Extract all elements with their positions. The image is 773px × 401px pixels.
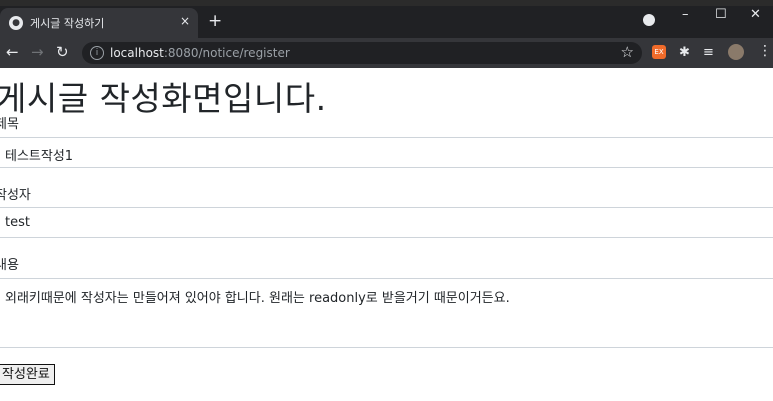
page-content: 게시글 작성화면입니다. 제목 테스트작성1 작성자 test 내용 외래키때문… — [0, 68, 773, 401]
extensions-puzzle-icon[interactable]: ✱ — [679, 45, 690, 60]
writer-label: 작성자 — [0, 188, 31, 203]
submit-button[interactable]: 작성완료 — [0, 364, 55, 385]
bookmark-star-icon[interactable]: ☆ — [621, 43, 634, 61]
avatar[interactable] — [728, 44, 744, 60]
kebab-menu-icon[interactable]: ⋮ — [758, 43, 772, 59]
address-bar[interactable]: i localhost:8080/notice/register ☆ — [82, 42, 642, 64]
url-path: :8080/notice/register — [163, 46, 290, 60]
reading-list-icon[interactable]: ≡ — [703, 45, 714, 60]
extension-icon[interactable]: EX — [652, 45, 666, 59]
new-tab-icon[interactable]: + — [208, 13, 222, 30]
browser-tabstrip: ● 게시글 작성하기 × + – ☐ ✕ — [0, 0, 773, 38]
title-label: 제목 — [0, 117, 19, 132]
back-icon[interactable]: ← — [6, 43, 19, 61]
content-textarea-value: 외래키때문에 작성자는 만들어져 있어야 합니다. 원래는 readonly로 … — [5, 291, 510, 306]
info-icon[interactable]: i — [90, 46, 104, 60]
minimize-icon[interactable]: – — [682, 7, 689, 22]
window-topline — [0, 0, 773, 6]
page-title: 게시글 작성화면입니다. — [0, 79, 327, 118]
url-text: localhost:8080/notice/register — [110, 46, 290, 60]
browser-tab[interactable]: ● 게시글 작성하기 × — [0, 8, 198, 38]
forward-icon[interactable]: → — [31, 43, 44, 61]
title-input[interactable]: 테스트작성1 — [0, 137, 773, 168]
writer-input[interactable]: test — [0, 207, 773, 238]
profile-indicator-icon[interactable] — [643, 14, 655, 26]
reload-icon[interactable]: ↻ — [56, 43, 69, 61]
tab-close-icon[interactable]: × — [180, 14, 190, 28]
maximize-icon[interactable]: ☐ — [715, 7, 727, 22]
browser-toolbar: ← → ↻ i localhost:8080/notice/register ☆… — [0, 38, 773, 68]
url-host: localhost — [110, 46, 164, 60]
tab-title: 게시글 작성하기 — [30, 17, 105, 30]
writer-input-value: test — [5, 215, 30, 230]
content-label: 내용 — [0, 258, 19, 273]
content-textarea[interactable]: 외래키때문에 작성자는 만들어져 있어야 합니다. 원래는 readonly로 … — [0, 278, 773, 348]
globe-icon: ● — [9, 16, 23, 30]
title-input-value: 테스트작성1 — [5, 149, 74, 164]
window-close-icon[interactable]: ✕ — [750, 7, 761, 22]
